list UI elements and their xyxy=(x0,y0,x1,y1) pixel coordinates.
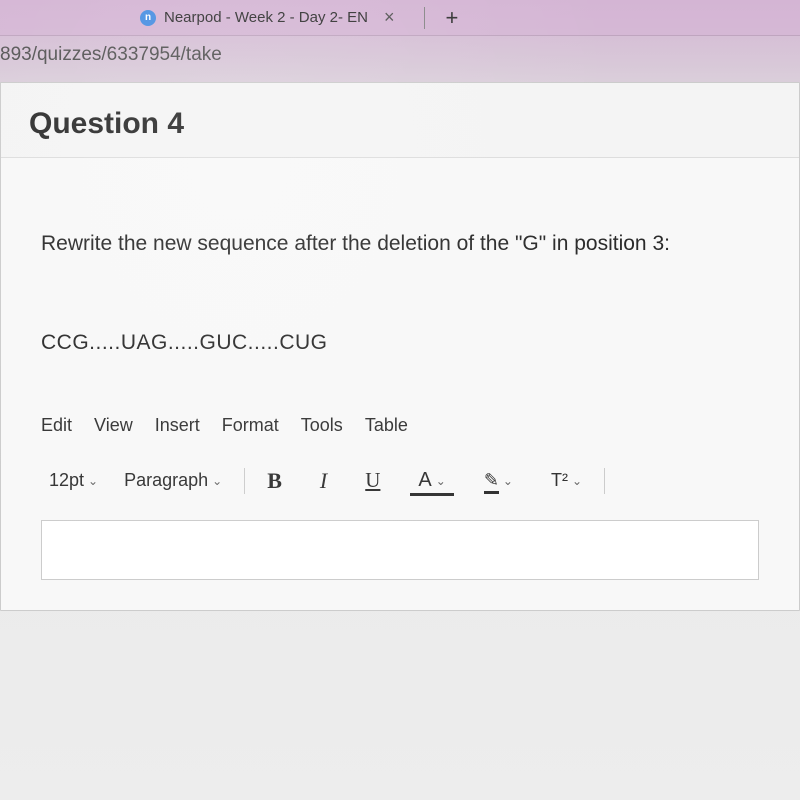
superscript-label: T² xyxy=(551,470,568,491)
menu-tools[interactable]: Tools xyxy=(301,415,343,436)
superscript-button[interactable]: T² ⌄ xyxy=(543,466,590,495)
tab-title: Nearpod - Week 2 - Day 2- EN xyxy=(164,9,368,26)
underline-button[interactable]: U xyxy=(357,464,388,497)
browser-tab[interactable]: n Nearpod - Week 2 - Day 2- EN × xyxy=(128,1,410,34)
chevron-down-icon: ⌄ xyxy=(88,474,98,488)
tab-divider xyxy=(424,7,425,29)
browser-tab-bar: n Nearpod - Week 2 - Day 2- EN × + xyxy=(0,0,800,36)
menu-view[interactable]: View xyxy=(94,415,133,436)
editor-menu-bar: Edit View Insert Format Tools Table xyxy=(41,405,759,446)
new-tab-button[interactable]: + xyxy=(439,5,464,31)
highlight-icon: ✎ xyxy=(484,470,499,491)
question-title: Question 4 xyxy=(29,107,771,141)
url-bar[interactable]: 893/quizzes/6337954/take xyxy=(0,36,800,74)
question-header: Question 4 xyxy=(1,83,799,158)
bold-button[interactable]: B xyxy=(259,464,290,498)
toolbar-divider xyxy=(604,468,605,494)
menu-insert[interactable]: Insert xyxy=(155,415,200,436)
menu-format[interactable]: Format xyxy=(222,415,279,436)
chevron-down-icon: ⌄ xyxy=(503,474,513,488)
question-body: Rewrite the new sequence after the delet… xyxy=(1,158,799,610)
quiz-panel: Question 4 Rewrite the new sequence afte… xyxy=(0,82,800,611)
chevron-down-icon: ⌄ xyxy=(212,474,222,488)
chevron-down-icon: ⌄ xyxy=(436,474,446,488)
close-icon[interactable]: × xyxy=(380,7,399,28)
text-color-label: A xyxy=(418,469,431,492)
block-format-label: Paragraph xyxy=(124,470,208,491)
editor-toolbar: 12pt ⌄ Paragraph ⌄ B I U A ⌄ ✎ ⌄ T² ⌄ xyxy=(41,446,759,506)
italic-button[interactable]: I xyxy=(312,464,335,498)
highlight-button[interactable]: ✎ ⌄ xyxy=(476,466,521,495)
toolbar-divider xyxy=(244,468,245,494)
chevron-down-icon: ⌄ xyxy=(572,474,582,488)
font-size-label: 12pt xyxy=(49,470,84,491)
answer-textarea[interactable] xyxy=(41,520,759,580)
menu-table[interactable]: Table xyxy=(365,415,408,436)
question-sequence: CCG.....UAG.....GUC.....CUG xyxy=(41,331,759,355)
nearpod-favicon: n xyxy=(140,10,156,26)
font-size-dropdown[interactable]: 12pt ⌄ xyxy=(41,466,106,495)
text-color-button[interactable]: A ⌄ xyxy=(410,465,453,496)
menu-edit[interactable]: Edit xyxy=(41,415,72,436)
url-text: 893/quizzes/6337954/take xyxy=(0,44,222,66)
block-format-dropdown[interactable]: Paragraph ⌄ xyxy=(116,466,230,495)
question-prompt: Rewrite the new sequence after the delet… xyxy=(41,228,759,261)
